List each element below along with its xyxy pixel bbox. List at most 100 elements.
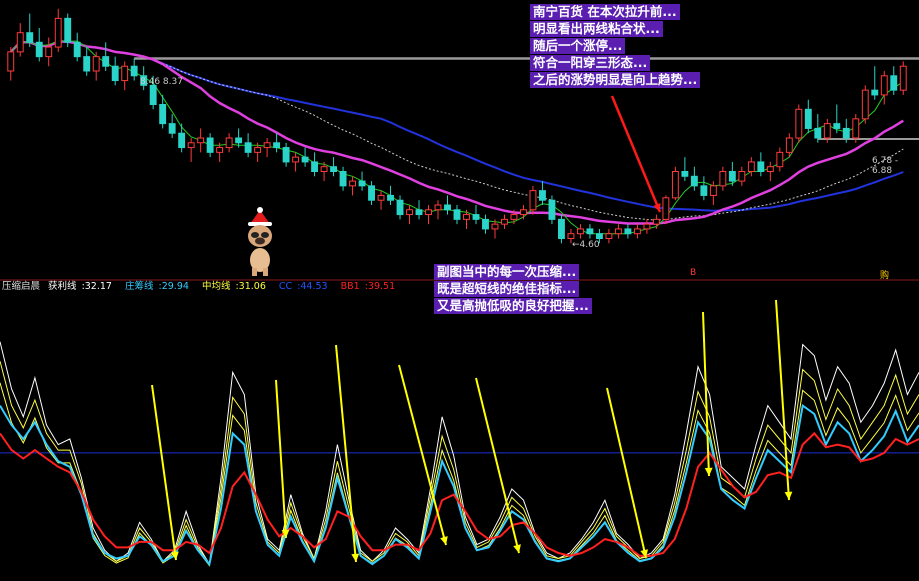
candle-up (425, 209, 432, 216)
candle-down (178, 132, 186, 149)
candle-up (187, 142, 195, 149)
candle-down (149, 84, 157, 105)
candle-up (54, 17, 62, 48)
candle-down (273, 142, 281, 149)
candle-down (833, 123, 841, 129)
candle-up (785, 137, 793, 153)
candle-up (567, 233, 575, 239)
candle-up (320, 166, 328, 172)
legend-item: 中均线:31.06 (201, 281, 266, 292)
candle-up (652, 218, 660, 225)
candle-down (700, 185, 708, 196)
candle-down (244, 142, 252, 153)
candle-down (235, 137, 243, 144)
candle-down (453, 209, 461, 220)
candle-up (463, 214, 470, 220)
candle-up (576, 228, 584, 235)
candle-up (45, 46, 53, 58)
candle-down (890, 75, 898, 91)
annotation-line: 南宁百货 在本次拉升前... (530, 4, 680, 20)
candle-down (539, 190, 546, 201)
candle-up (643, 223, 651, 230)
candle-up (92, 56, 100, 72)
candle-down (548, 199, 556, 220)
candle-down (595, 233, 603, 239)
price-label-text: 6.78 (872, 156, 893, 166)
candle-up (263, 142, 271, 149)
candle-down (814, 127, 822, 139)
candle-down (690, 175, 698, 187)
price-label-high: 8.46 8.37 (140, 77, 183, 87)
candle-up (292, 156, 300, 163)
annotation-line: 副图当中的每一次压缩... (434, 264, 580, 280)
candle-down (35, 41, 43, 58)
candle-up (510, 214, 518, 220)
candle-down (586, 228, 594, 235)
candle-down (339, 171, 347, 187)
price-label-text: 4.60 (579, 240, 600, 250)
candle-up (738, 171, 746, 182)
candle-down (83, 56, 91, 72)
legend-item: 获利线:32.17 (48, 281, 112, 292)
candle-up (662, 197, 670, 220)
candle-up (520, 209, 527, 216)
candle-up (823, 123, 831, 139)
candle-up (406, 209, 413, 216)
price-label-right: 6.78 - 6.88 (872, 156, 899, 176)
price-label-low: ←4.60 (572, 240, 600, 250)
candle-down (842, 127, 850, 139)
candle-down (396, 199, 404, 216)
candle-down (111, 65, 119, 82)
candle-down (472, 214, 480, 220)
legend-title: 压缩启晨 (2, 281, 41, 292)
candle-up (254, 147, 262, 153)
annotation-line: 明显看出两线粘合状... (530, 21, 663, 37)
candle-up (501, 218, 508, 225)
candle-down (330, 166, 338, 172)
legend-item: BB1:39.51 (340, 281, 396, 292)
candle-up (709, 185, 717, 196)
candle-down (130, 65, 138, 77)
candle-up (776, 151, 784, 168)
candle-up (197, 137, 205, 144)
indicator-legend: 压缩启晨 获利线:32.17 庄筹线:29.94 中均线:31.06 CC:44… (2, 281, 405, 293)
buy-marker: B (690, 268, 697, 278)
annotation-line: 之后的涨势明显是向上趋势... (530, 72, 701, 88)
candle-up (225, 137, 233, 149)
candle-down (871, 89, 879, 96)
candle-down (387, 194, 394, 201)
candle-up (216, 147, 224, 153)
candle-down (26, 32, 34, 43)
annotation-line: 符合一阳穿三形态... (530, 55, 651, 71)
candle-down (368, 185, 375, 201)
candle-down (557, 218, 565, 240)
candle-up (377, 194, 385, 201)
candle-down (73, 41, 81, 58)
candle-down (159, 104, 167, 125)
candle-down (757, 161, 765, 173)
price-label-text: 8.46 (140, 77, 161, 87)
candle-down (482, 218, 489, 230)
candle-down (358, 180, 366, 187)
candle-up (671, 171, 679, 199)
candle-down (282, 147, 290, 163)
candle-up (795, 108, 803, 139)
price-label-text: 8.37 (162, 77, 183, 87)
candle-up (529, 190, 537, 211)
annotation-line: 又是高抛低吸的良好把握... (434, 298, 592, 314)
candle-up (614, 228, 622, 235)
candle-up (766, 166, 774, 172)
candle-down (311, 161, 319, 173)
candle-up (633, 228, 641, 235)
candle-up (899, 65, 907, 91)
candle-down (168, 123, 176, 134)
candle-up (861, 89, 869, 120)
candle-up (349, 180, 357, 187)
candle-up (852, 118, 860, 139)
candle-up (491, 223, 499, 230)
candle-down (681, 171, 689, 177)
candle-up (605, 233, 613, 239)
candle-up (719, 171, 727, 187)
buy-marker: 购 (880, 271, 890, 281)
candle-up (121, 65, 129, 82)
